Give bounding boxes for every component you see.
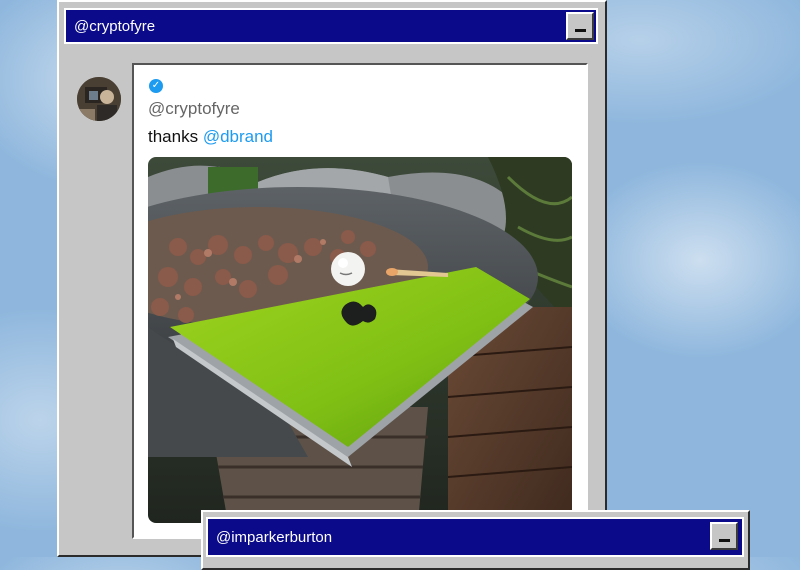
window-titlebar[interactable]: @cryptofyre — [64, 8, 598, 44]
mention-link[interactable]: @dbrand — [203, 127, 273, 146]
tweet-text: thanks @dbrand — [148, 127, 273, 147]
window-title: @imparkerburton — [216, 528, 333, 546]
avatar-photo — [77, 77, 121, 121]
minimize-icon — [574, 29, 586, 32]
minimize-button[interactable] — [710, 522, 738, 550]
window-titlebar[interactable]: @imparkerburton — [206, 517, 744, 557]
verified-badge-icon: ✓ — [149, 79, 163, 93]
minimize-button[interactable] — [566, 12, 594, 40]
minimize-icon — [718, 539, 730, 542]
tweet-photo[interactable] — [148, 157, 572, 523]
tweet-handle[interactable]: @cryptofyre — [148, 99, 240, 119]
tweet-photo-image — [148, 157, 572, 523]
avatar[interactable] — [77, 77, 121, 121]
window-title: @cryptofyre — [74, 17, 156, 35]
tweet-text-prefix: thanks — [148, 127, 203, 146]
